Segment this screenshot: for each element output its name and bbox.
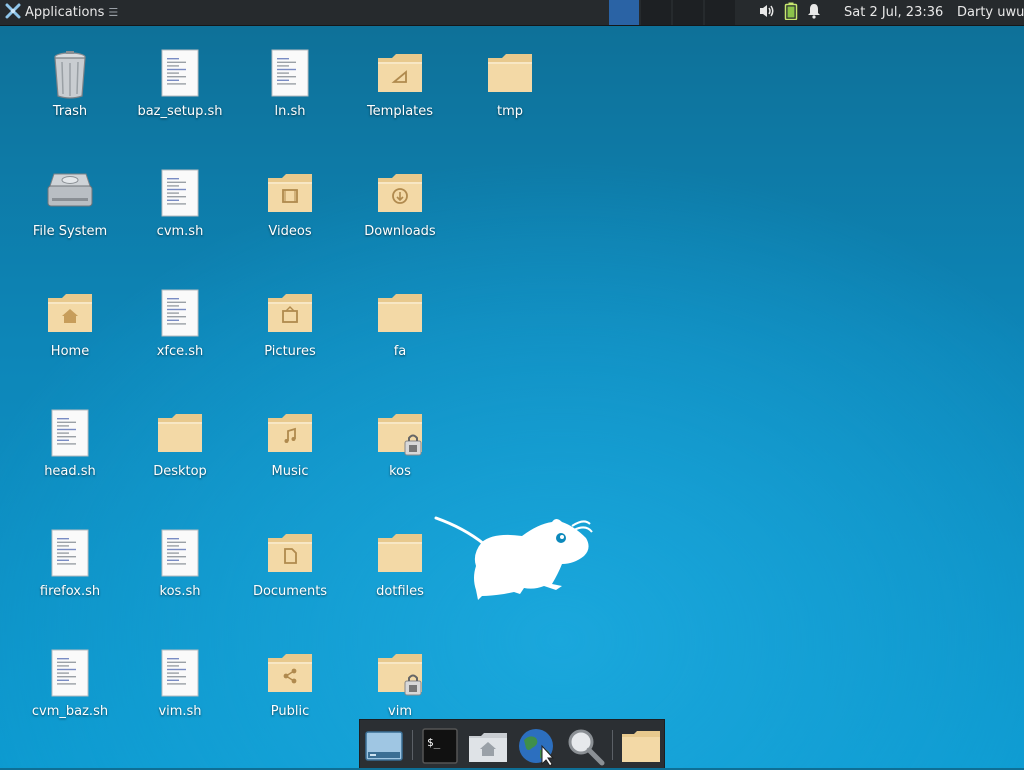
desktop-icon-label: Home xyxy=(50,344,90,359)
folder-icon xyxy=(484,48,536,100)
show-desktop-icon[interactable] xyxy=(364,726,404,766)
desktop-icon-label: vim xyxy=(388,704,412,719)
desktop-icon-cvm-baz-sh[interactable]: cvm_baz.sh xyxy=(16,648,124,744)
desktop-icon-label: ln.sh xyxy=(274,104,306,119)
desktop-icon-baz-setup-sh[interactable]: baz_setup.sh xyxy=(126,48,234,144)
workspace-2[interactable] xyxy=(641,0,673,25)
desktop-icon-kos-sh[interactable]: kos.sh xyxy=(126,528,234,624)
desktop-icon-fa[interactable]: fa xyxy=(346,288,454,384)
music-folder-icon xyxy=(264,408,316,460)
desktop-icon-label: xfce.sh xyxy=(156,344,204,359)
desktop-icon-label: Downloads xyxy=(364,224,436,239)
desktop-icon-documents[interactable]: Documents xyxy=(236,528,344,624)
terminal-icon[interactable]: $_ xyxy=(420,726,460,766)
desktop-icon-label: Public xyxy=(270,704,310,719)
desktop-icon-kos[interactable]: kos xyxy=(346,408,454,504)
desktop-icon-tmp[interactable]: tmp xyxy=(456,48,564,144)
script-file-icon xyxy=(44,408,96,460)
downloads-folder-icon xyxy=(374,168,426,220)
workspace-switcher xyxy=(609,0,737,25)
desktop-icon-label: fa xyxy=(393,344,407,359)
desktop-icon-file-system[interactable]: File System xyxy=(16,168,124,264)
applications-menu-label: Applications xyxy=(25,5,105,20)
applications-menu-button[interactable]: Applications ☰ xyxy=(2,0,121,25)
desktop-icon-home[interactable]: Home xyxy=(16,288,124,384)
system-tray xyxy=(758,0,822,25)
top-panel: Applications ☰ Sat 2 Jul, 23:36 Darty uw… xyxy=(0,0,1024,26)
locked-folder-icon xyxy=(374,648,426,700)
desktop-icon-label: Trash xyxy=(52,104,88,119)
desktop-icon-label: kos.sh xyxy=(159,584,201,599)
menu-grip-icon: ☰ xyxy=(108,6,119,19)
workspace-3[interactable] xyxy=(673,0,705,25)
desktop-icon-label: Pictures xyxy=(264,344,316,359)
pictures-folder-icon xyxy=(264,288,316,340)
script-file-icon xyxy=(154,528,206,580)
desktop-icon-music[interactable]: Music xyxy=(236,408,344,504)
trash-icon xyxy=(44,48,96,100)
desktop-icon-pictures[interactable]: Pictures xyxy=(236,288,344,384)
documents-folder-icon xyxy=(264,528,316,580)
bottom-dock: $_ xyxy=(359,719,665,768)
script-file-icon xyxy=(44,648,96,700)
home-folder-icon[interactable] xyxy=(467,726,507,766)
folder-icon[interactable] xyxy=(620,726,660,766)
folder-icon xyxy=(374,528,426,580)
script-file-icon xyxy=(154,648,206,700)
script-file-icon xyxy=(264,48,316,100)
volume-icon[interactable] xyxy=(758,3,776,23)
desktop-icon-vim-sh[interactable]: vim.sh xyxy=(126,648,234,744)
desktop-icon-trash[interactable]: Trash xyxy=(16,48,124,144)
workspace-4[interactable] xyxy=(705,0,737,25)
user-menu[interactable]: Darty uwu xyxy=(957,0,1024,25)
desktop-icon-firefox-sh[interactable]: firefox.sh xyxy=(16,528,124,624)
clock[interactable]: Sat 2 Jul, 23:36 xyxy=(844,0,943,25)
desktop-icon-label: vim.sh xyxy=(158,704,202,719)
xfce-mouse-wallpaper-logo xyxy=(434,514,594,604)
web-browser-icon[interactable] xyxy=(516,726,556,767)
workspace-1[interactable] xyxy=(609,0,641,25)
svg-text:$_: $_ xyxy=(427,736,441,749)
desktop-icon-cvm-sh[interactable]: cvm.sh xyxy=(126,168,234,264)
desktop-icon-ln-sh[interactable]: ln.sh xyxy=(236,48,344,144)
desktop-icon-label: kos xyxy=(389,464,411,479)
folder-icon xyxy=(374,288,426,340)
desktop-icon-label: firefox.sh xyxy=(39,584,101,599)
locked-folder-icon xyxy=(374,408,426,460)
templates-folder-icon xyxy=(374,48,426,100)
app-finder-icon[interactable] xyxy=(565,726,605,766)
desktop-icon-label: File System xyxy=(32,224,108,239)
script-file-icon xyxy=(154,168,206,220)
script-file-icon xyxy=(154,48,206,100)
notification-bell-icon[interactable] xyxy=(806,3,822,23)
desktop-icon-templates[interactable]: Templates xyxy=(346,48,454,144)
desktop-icon-videos[interactable]: Videos xyxy=(236,168,344,264)
script-file-icon xyxy=(154,288,206,340)
desktop-icon-desktop[interactable]: Desktop xyxy=(126,408,234,504)
desktop-icon-public[interactable]: Public xyxy=(236,648,344,744)
desktop-icon-label: Videos xyxy=(268,224,312,239)
desktop-icon-label: baz_setup.sh xyxy=(137,104,223,119)
desktop-icon-label: Documents xyxy=(252,584,328,599)
script-file-icon xyxy=(44,528,96,580)
desktop-icon-xfce-sh[interactable]: xfce.sh xyxy=(126,288,234,384)
folder-icon xyxy=(154,408,206,460)
dock-separator xyxy=(412,730,413,760)
videos-folder-icon xyxy=(264,168,316,220)
desktop-icon-head-sh[interactable]: head.sh xyxy=(16,408,124,504)
drive-icon xyxy=(44,168,96,220)
desktop-icon-label: head.sh xyxy=(44,464,96,479)
desktop-icon-label: Music xyxy=(271,464,309,479)
desktop-icon-label: cvm_baz.sh xyxy=(31,704,109,719)
desktop-icon-downloads[interactable]: Downloads xyxy=(346,168,454,264)
desktop-icon-label: Desktop xyxy=(153,464,207,479)
battery-icon[interactable] xyxy=(784,2,798,24)
desktop-icon-label: Templates xyxy=(366,104,434,119)
public-folder-icon xyxy=(264,648,316,700)
home-folder-icon xyxy=(44,288,96,340)
xfce-logo-icon xyxy=(5,3,21,23)
dock-separator xyxy=(612,730,613,760)
desktop-icon-label: tmp xyxy=(496,104,523,119)
desktop-icon-label: cvm.sh xyxy=(156,224,204,239)
